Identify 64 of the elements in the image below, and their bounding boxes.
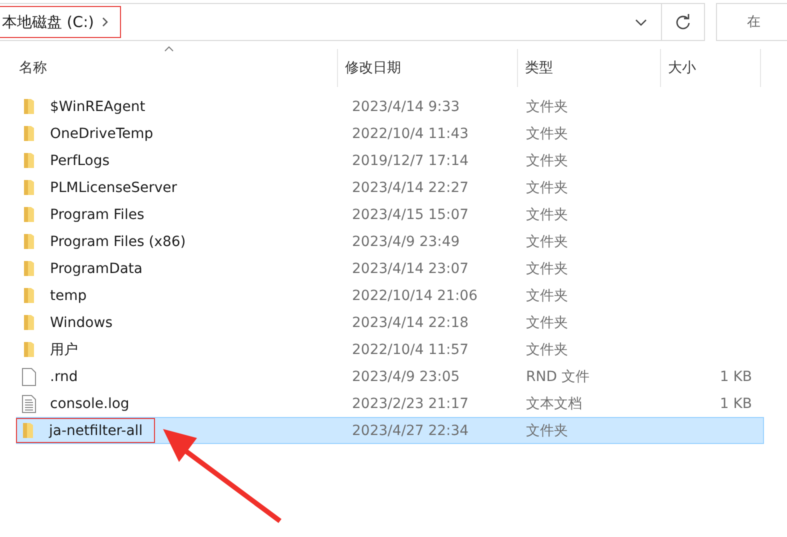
file-date: 2023/4/14 22:27 <box>352 180 469 196</box>
folder-icon <box>23 98 35 115</box>
file-type: 文本文档 <box>526 396 582 412</box>
file-date: 2022/10/4 11:57 <box>352 342 469 358</box>
file-type: 文件夹 <box>526 126 568 142</box>
address-bar[interactable]: 本地磁盘 (C:) <box>0 3 705 41</box>
file-type: 文件夹 <box>526 342 568 358</box>
file-type: 文件夹 <box>526 314 568 330</box>
folder-icon <box>23 233 35 250</box>
text-file-icon <box>22 394 36 412</box>
file-name[interactable]: console.log <box>50 396 130 412</box>
file-date: 2023/4/9 23:05 <box>352 368 460 384</box>
file-name[interactable]: PLMLicenseServer <box>50 180 178 196</box>
file-date: 2023/4/27 22:34 <box>352 422 469 438</box>
file-date: 2022/10/4 11:43 <box>352 126 469 142</box>
folder-icon <box>23 341 35 358</box>
file-type: 文件夹 <box>526 98 568 114</box>
file-date: 2023/4/15 15:07 <box>352 206 469 222</box>
file-date: 2023/4/14 23:07 <box>352 260 469 276</box>
file-name[interactable]: Program Files (x86) <box>50 234 186 250</box>
file-type: 文件夹 <box>526 288 568 304</box>
file-name[interactable]: 用户 <box>50 340 78 358</box>
column-header[interactable]: 大小 <box>661 49 761 87</box>
file-name[interactable]: $WinREAgent <box>50 98 146 114</box>
folder-icon <box>23 179 35 196</box>
dropdown-caret-icon[interactable] <box>635 18 647 26</box>
selected-file-row[interactable]: ja-netfilter-all 2023/4/27 22:34 文件夹 <box>16 417 764 444</box>
column-header[interactable]: 名称 <box>0 49 338 87</box>
file-name[interactable]: Program Files <box>50 206 144 222</box>
folder-icon <box>23 260 35 277</box>
folder-icon <box>23 314 35 331</box>
file-type: 文件夹 <box>526 234 568 250</box>
file-size: 1 KB <box>720 396 752 412</box>
file-name[interactable]: Windows <box>50 314 112 330</box>
file-date: 2023/4/14 22:18 <box>352 314 469 330</box>
file-type: 文件夹 <box>526 152 568 168</box>
file-name[interactable]: temp <box>50 288 87 304</box>
file-date: 2023/2/23 21:17 <box>352 396 469 412</box>
file-date: 2023/4/14 9:33 <box>352 98 460 114</box>
column-header[interactable]: 类型 <box>518 49 661 87</box>
file-name[interactable]: PerfLogs <box>50 152 110 168</box>
file-size: 1 KB <box>720 368 752 384</box>
file-type: 文件夹 <box>526 206 568 222</box>
path-text[interactable]: 本地磁盘 (C:) <box>2 12 94 32</box>
chevron-right-icon[interactable] <box>102 17 108 27</box>
file-type: 文件夹 <box>526 422 568 438</box>
file-type: 文件夹 <box>526 260 568 276</box>
folder-icon <box>22 422 34 439</box>
file-date: 2022/10/14 21:06 <box>352 288 478 304</box>
folder-icon <box>23 152 35 169</box>
file-date: 2019/12/7 17:14 <box>352 152 469 168</box>
file-name[interactable]: OneDriveTemp <box>50 126 154 142</box>
file-icon <box>22 368 36 386</box>
file-type: RND 文件 <box>526 368 590 384</box>
folder-icon <box>23 206 35 223</box>
file-name[interactable]: .rnd <box>50 368 78 384</box>
column-header[interactable]: 修改日期 <box>338 49 518 87</box>
file-name[interactable]: ja-netfilter-all <box>49 422 143 438</box>
refresh-icon <box>675 14 691 30</box>
file-date: 2023/4/9 23:49 <box>352 234 460 250</box>
folder-icon <box>23 287 35 304</box>
file-name[interactable]: ProgramData <box>50 260 142 276</box>
folder-icon <box>23 125 35 142</box>
file-type: 文件夹 <box>526 180 568 196</box>
